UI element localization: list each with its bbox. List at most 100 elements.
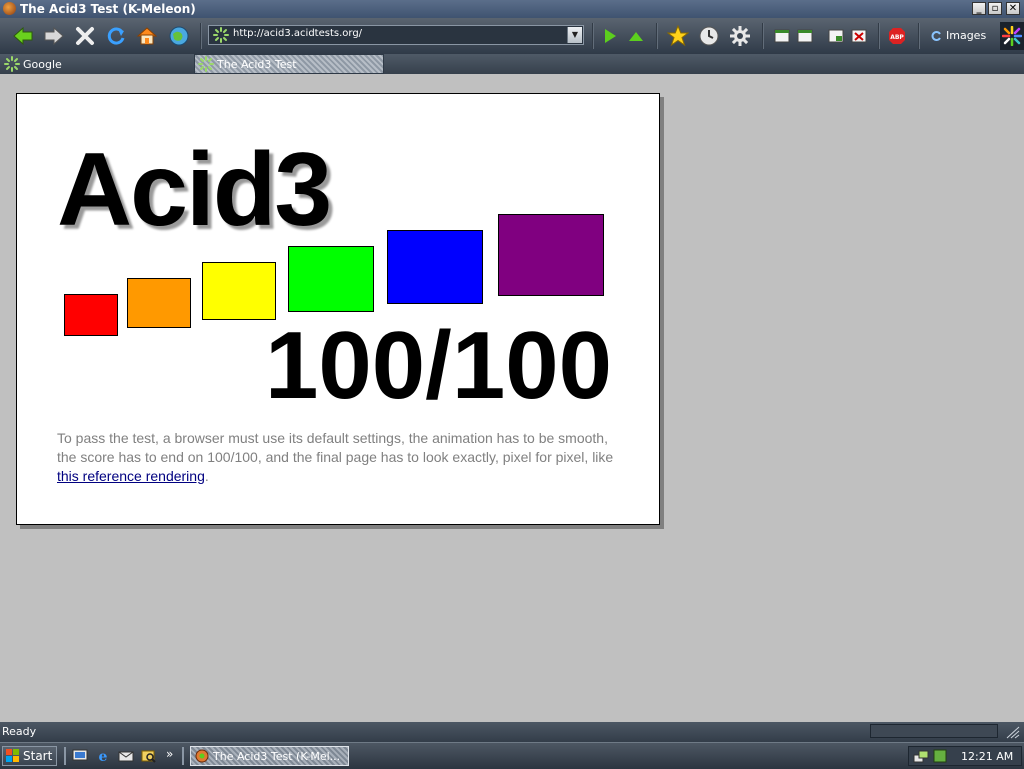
new-layer-button[interactable]: [770, 24, 794, 48]
up-triangle-icon: [629, 32, 643, 41]
quicklaunch-desktop[interactable]: [72, 748, 88, 767]
reload-icon: [107, 27, 125, 45]
toolbar-separator: [918, 23, 920, 49]
images-label: Images: [946, 29, 987, 42]
reload-button[interactable]: [104, 24, 128, 48]
tab-label: The Acid3 Test: [217, 57, 297, 71]
go-button[interactable]: [598, 24, 622, 48]
color-box-orange: [127, 278, 191, 328]
reference-rendering-link[interactable]: this reference rendering: [57, 468, 205, 484]
home-icon: [136, 27, 158, 45]
kmeleon-app-icon: [195, 749, 209, 763]
taskbar-item-label: The Acid3 Test (K-Mel...: [213, 749, 341, 763]
navigation-toolbar: http://acid3.acidtests.org/ ▼ ABP Images: [0, 18, 1024, 55]
tray-app-icon[interactable]: [933, 749, 947, 763]
tab-google[interactable]: Google: [4, 54, 184, 74]
loading-spinner-icon: [213, 27, 229, 43]
close-window-button[interactable]: ✕: [1006, 2, 1020, 15]
forward-button[interactable]: [42, 24, 66, 48]
adblock-stop-icon: ABP: [889, 28, 905, 44]
loading-spinner-icon: [198, 56, 214, 72]
restore-button[interactable]: ▫: [988, 2, 1002, 15]
images-refresh-icon: [931, 30, 941, 41]
bookmarks-button[interactable]: [666, 24, 690, 48]
status-bar: Ready: [0, 722, 1024, 742]
toolbar-separator: [762, 23, 764, 49]
tab-bar: Google The Acid3 Test: [0, 54, 1024, 74]
network-icon[interactable]: [913, 749, 929, 765]
start-label: Start: [23, 749, 53, 763]
toolbar-separator: [592, 23, 594, 49]
window-green-icon: [774, 29, 790, 43]
toolbar-separator: [200, 23, 202, 49]
status-text: Ready: [2, 725, 37, 738]
up-button[interactable]: [624, 24, 648, 48]
loading-spinner-icon: [4, 56, 20, 72]
resize-grip[interactable]: [1004, 725, 1020, 739]
globe-icon: [169, 26, 189, 46]
home-button[interactable]: [135, 24, 159, 48]
gear-icon: [730, 26, 750, 46]
quicklaunch-outlook[interactable]: [118, 748, 134, 767]
forward-arrow-icon: [44, 26, 64, 46]
taskbar-separator: [64, 747, 66, 765]
settings-button[interactable]: [728, 24, 752, 48]
back-arrow-icon: [13, 26, 33, 46]
history-button[interactable]: [697, 24, 721, 48]
url-bar[interactable]: http://acid3.acidtests.org/ ▼: [208, 25, 584, 45]
play-icon: [605, 29, 616, 43]
next-layer-button[interactable]: [793, 24, 817, 48]
page-title: Acid3: [57, 132, 332, 248]
score-display: 100/100: [265, 312, 613, 419]
quicklaunch-search[interactable]: [141, 748, 157, 767]
close-layer-button[interactable]: [847, 24, 871, 48]
tab-acid3-test[interactable]: The Acid3 Test: [194, 54, 384, 74]
adblock-button[interactable]: ABP: [885, 24, 909, 48]
minimize-button[interactable]: _: [972, 2, 986, 15]
description-period: .: [204, 468, 209, 484]
toolbar-separator: [878, 23, 880, 49]
color-box-blue: [387, 230, 483, 304]
internet-explorer-icon: e: [99, 749, 108, 765]
search-folder-icon: [141, 750, 156, 763]
color-box-purple: [498, 214, 604, 296]
description-text: To pass the test, a browser must use its…: [57, 429, 617, 486]
page-content: Acid3 100/100 To pass the test, a browse…: [0, 74, 1024, 722]
window-close-icon: [851, 29, 867, 43]
clock: 12:21 AM: [961, 750, 1014, 763]
url-text[interactable]: http://acid3.acidtests.org/: [233, 28, 362, 39]
resize-grip-icon: [1006, 726, 1020, 739]
description-body: To pass the test, a browser must use its…: [57, 430, 614, 465]
color-box-green: [288, 246, 374, 312]
url-dropdown-button[interactable]: ▼: [567, 27, 582, 43]
throbber: [1000, 22, 1024, 50]
taskbar-item-acid3[interactable]: The Acid3 Test (K-Mel...: [190, 746, 349, 766]
status-progress-cell: [870, 724, 998, 738]
star-icon: [667, 25, 689, 47]
tab-label: Google: [23, 57, 62, 71]
mail-icon: [118, 751, 134, 762]
acid3-card: Acid3 100/100 To pass the test, a browse…: [16, 93, 660, 525]
layer-list-button[interactable]: [824, 24, 848, 48]
stop-button[interactable]: [73, 24, 97, 48]
window-title: The Acid3 Test (K-Meleon): [20, 2, 196, 16]
kmeleon-throbber-icon: [1002, 26, 1022, 46]
color-box-red: [64, 294, 118, 336]
window-stack-icon: [828, 29, 844, 43]
system-tray: 12:21 AM: [908, 746, 1022, 766]
start-button[interactable]: Start: [2, 746, 57, 766]
quicklaunch-more-chevron-icon[interactable]: »: [166, 747, 173, 761]
stop-x-icon: [76, 27, 94, 45]
app-icon: [3, 2, 16, 15]
images-toggle[interactable]: Images: [930, 29, 986, 42]
svg-text:ABP: ABP: [890, 34, 904, 41]
title-bar: The Acid3 Test (K-Meleon) _ ▫ ✕: [0, 0, 1024, 18]
clock-icon: [699, 26, 719, 46]
search-button[interactable]: [167, 24, 191, 48]
window-green-icon: [797, 29, 813, 43]
back-button[interactable]: [11, 24, 35, 48]
quicklaunch-ie[interactable]: e: [95, 748, 111, 767]
windows-logo-icon: [6, 749, 19, 762]
taskbar: Start e » The Acid3 Test (K-Mel... 12:21…: [0, 742, 1024, 769]
toolbar-separator: [656, 23, 658, 49]
